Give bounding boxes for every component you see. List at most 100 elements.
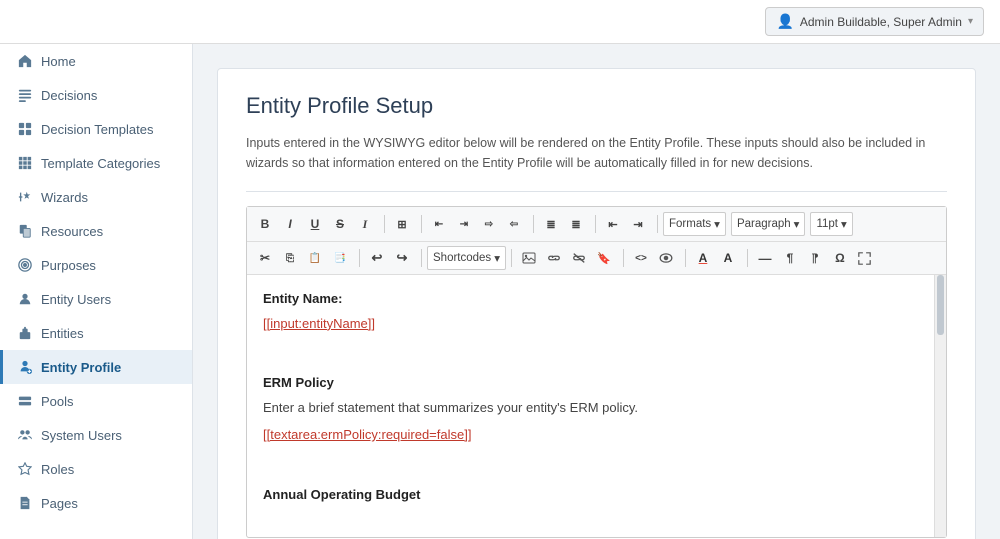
- sidebar-label-template-categories: Template Categories: [41, 156, 160, 171]
- font-color-button[interactable]: A: [691, 246, 715, 270]
- hr-button[interactable]: —: [753, 246, 777, 270]
- bg-color-button[interactable]: A: [716, 246, 740, 270]
- sep3: [533, 215, 534, 233]
- sidebar-item-pages[interactable]: Pages: [0, 486, 192, 520]
- sidebar-item-decisions[interactable]: Decisions: [0, 78, 192, 112]
- sidebar-item-wizards[interactable]: Wizards: [0, 180, 192, 214]
- copy-button[interactable]: ⎘: [278, 246, 302, 270]
- sidebar-item-entity-profile[interactable]: Entity Profile: [0, 350, 192, 384]
- sidebar-label-decisions: Decisions: [41, 88, 97, 103]
- scrollbar-thumb: [937, 275, 944, 335]
- redo-button[interactable]: ↪: [390, 246, 414, 270]
- user-menu[interactable]: 👤 Admin Buildable, Super Admin ▾: [765, 7, 984, 36]
- sidebar-item-template-categories[interactable]: Template Categories: [0, 146, 192, 180]
- size-dropdown[interactable]: 11pt ▾: [810, 212, 852, 236]
- sep1: [384, 215, 385, 233]
- size-caret: ▾: [841, 217, 847, 231]
- code-group: <>: [629, 246, 678, 270]
- app-layout: Home Decisions Decision Templates Templa…: [0, 44, 1000, 539]
- italic-button[interactable]: I: [278, 212, 302, 236]
- pilcrow1-button[interactable]: ¶: [778, 246, 802, 270]
- erm-policy-text: Enter a brief statement that summarizes …: [263, 398, 918, 419]
- image-button[interactable]: [517, 246, 541, 270]
- indent-in-button[interactable]: ⇥: [626, 212, 650, 236]
- fullscreen-button[interactable]: [853, 246, 877, 270]
- bookmark-button[interactable]: 🔖: [592, 246, 616, 270]
- wizards-icon: [17, 189, 33, 205]
- sep11: [747, 249, 748, 267]
- sidebar-label-entity-profile: Entity Profile: [41, 360, 121, 375]
- underline-button[interactable]: U: [303, 212, 327, 236]
- erm-policy-section: ERM Policy Enter a brief statement that …: [263, 373, 918, 445]
- table-group: ⊞: [390, 212, 414, 236]
- annual-budget-heading: Annual Operating Budget: [263, 485, 918, 506]
- toolbar-row2: ✂ ⎘ 📋 📑 ↩ ↪ Shortcodes ▾: [247, 242, 946, 275]
- sidebar-label-decision-templates: Decision Templates: [41, 122, 153, 137]
- cut-button[interactable]: ✂: [253, 246, 277, 270]
- formats-caret: ▾: [714, 217, 720, 231]
- list-ul-button[interactable]: ≣: [539, 212, 563, 236]
- align-group: ⇤ ⇥ ⇨ ⇦: [427, 212, 526, 236]
- pilcrow2-button[interactable]: ¶: [803, 246, 827, 270]
- preview-button[interactable]: [654, 246, 678, 270]
- code-button[interactable]: <>: [629, 246, 653, 270]
- editor-body[interactable]: Entity Name: [[input:entityName]] ERM Po…: [247, 275, 934, 537]
- shortcodes-dropdown[interactable]: Shortcodes ▾: [427, 246, 506, 270]
- sidebar-item-roles[interactable]: Roles: [0, 452, 192, 486]
- strikethrough-button[interactable]: S: [328, 212, 352, 236]
- sidebar-item-decision-templates[interactable]: Decision Templates: [0, 112, 192, 146]
- align-left-button[interactable]: ⇤: [427, 212, 451, 236]
- sep9: [623, 249, 624, 267]
- sep7: [421, 249, 422, 267]
- bold-button[interactable]: B: [253, 212, 277, 236]
- list-ol-button[interactable]: ≣: [564, 212, 588, 236]
- insert-group: 🔖: [517, 246, 616, 270]
- paragraph-label: Paragraph: [737, 218, 791, 230]
- color-group: A A: [691, 246, 740, 270]
- size-label: 11pt: [816, 218, 838, 230]
- sidebar-label-pools: Pools: [41, 394, 74, 409]
- sidebar-item-resources[interactable]: Resources: [0, 214, 192, 248]
- history-group: ↩ ↪: [365, 246, 414, 270]
- sidebar-item-entities[interactable]: Entities: [0, 316, 192, 350]
- editor-scrollbar[interactable]: [934, 275, 946, 537]
- formats-dropdown[interactable]: Formats ▾: [663, 212, 726, 236]
- paragraph-dropdown[interactable]: Paragraph ▾: [731, 212, 806, 236]
- align-center-button[interactable]: ⇥: [452, 212, 476, 236]
- sidebar-item-system-users[interactable]: System Users: [0, 418, 192, 452]
- page-description: Inputs entered in the WYSIWYG editor bel…: [246, 133, 926, 173]
- sidebar-label-system-users: System Users: [41, 428, 122, 443]
- entities-icon: [17, 325, 33, 341]
- sidebar: Home Decisions Decision Templates Templa…: [0, 44, 193, 539]
- paste-text-button[interactable]: 📑: [328, 246, 352, 270]
- paste-button[interactable]: 📋: [303, 246, 327, 270]
- sidebar-item-home[interactable]: Home: [0, 44, 192, 78]
- editor-scroll-area: Entity Name: [[input:entityName]] ERM Po…: [247, 275, 934, 537]
- sidebar-label-home: Home: [41, 54, 76, 69]
- link-button[interactable]: [542, 246, 566, 270]
- toolbar-row1: B I U S I ⊞ ⇤ ⇥ ⇨ ⇦: [247, 207, 946, 242]
- align-justify-button[interactable]: ⇦: [502, 212, 526, 236]
- main-content: Entity Profile Setup Inputs entered in t…: [193, 44, 1000, 539]
- decision-templates-icon: [17, 121, 33, 137]
- indent-out-button[interactable]: ⇤: [601, 212, 625, 236]
- align-right-button[interactable]: ⇨: [477, 212, 501, 236]
- sidebar-item-purposes[interactable]: Purposes: [0, 248, 192, 282]
- pages-icon: [17, 495, 33, 511]
- sidebar-item-pools[interactable]: Pools: [0, 384, 192, 418]
- indent-group: ⇤ ⇥: [601, 212, 650, 236]
- sidebar-item-entity-users[interactable]: Entity Users: [0, 282, 192, 316]
- shortcodes-label: Shortcodes: [433, 252, 491, 264]
- content-card: Entity Profile Setup Inputs entered in t…: [217, 68, 976, 539]
- sidebar-label-purposes: Purposes: [41, 258, 96, 273]
- table-button[interactable]: ⊞: [390, 212, 414, 236]
- erm-policy-shortcode: [[textarea:ermPolicy:required=false]]: [263, 427, 471, 442]
- special-chars-button[interactable]: Ω: [828, 246, 852, 270]
- wysiwyg-editor: B I U S I ⊞ ⇤ ⇥ ⇨ ⇦: [246, 206, 947, 538]
- home-icon: [17, 53, 33, 69]
- italic2-button[interactable]: I: [353, 212, 377, 236]
- sidebar-label-roles: Roles: [41, 462, 74, 477]
- unlink-button[interactable]: [567, 246, 591, 270]
- annual-budget-section: Annual Operating Budget: [263, 485, 918, 506]
- undo-button[interactable]: ↩: [365, 246, 389, 270]
